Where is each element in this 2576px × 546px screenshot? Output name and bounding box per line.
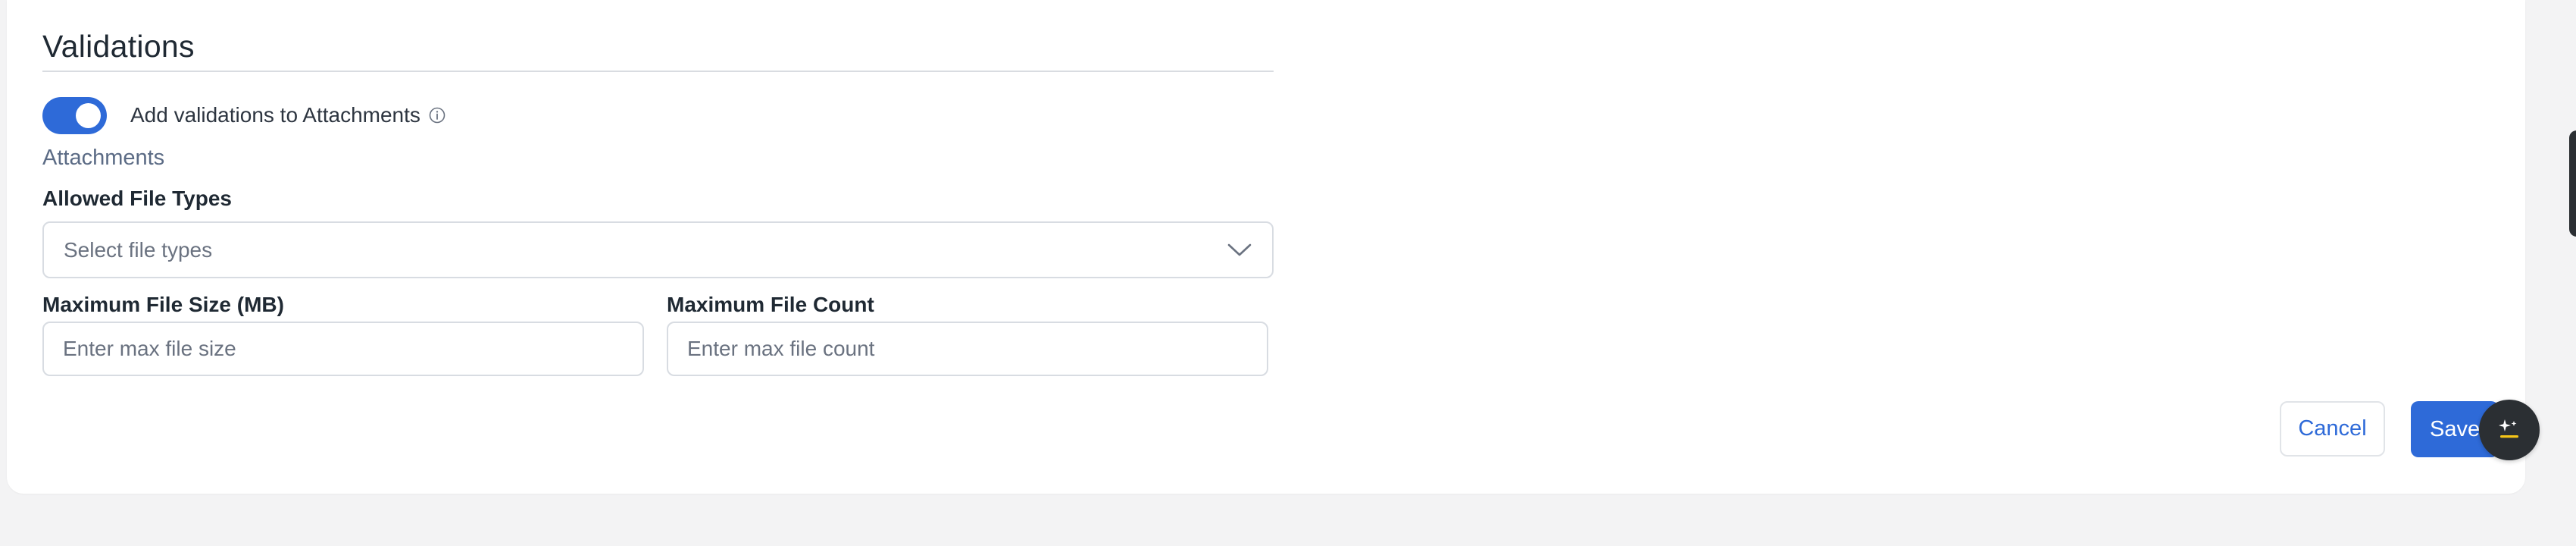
attachments-subsection-label: Attachments <box>42 146 165 170</box>
page: Validations Add validations to Attachmen… <box>0 0 2576 546</box>
allowed-file-types-select[interactable]: Select file types <box>42 221 1274 278</box>
toggle-label: Add validations to Attachments <box>130 103 420 127</box>
settings-card: Validations Add validations to Attachmen… <box>7 0 2525 494</box>
sparkle-icon <box>2496 415 2523 446</box>
validations-toggle[interactable] <box>42 96 107 134</box>
section-title: Validations <box>42 29 195 64</box>
file-types-placeholder: Select file types <box>64 237 213 262</box>
side-panel-handle[interactable] <box>2569 130 2576 237</box>
validation-toggle-row: Add validations to Attachments <box>42 96 446 135</box>
allowed-file-types-label: Allowed File Types <box>42 187 232 210</box>
max-file-size-label: Maximum File Size (MB) <box>42 293 284 316</box>
toggle-knob <box>76 102 101 128</box>
max-file-count-input[interactable] <box>667 322 1268 376</box>
cancel-button[interactable]: Cancel <box>2280 401 2385 457</box>
info-icon[interactable] <box>428 106 446 124</box>
chevron-down-icon <box>1227 243 1252 258</box>
section-divider <box>42 71 1274 72</box>
max-file-count-label: Maximum File Count <box>667 293 874 316</box>
max-file-size-input[interactable] <box>42 322 644 376</box>
ai-assistant-button[interactable] <box>2479 400 2540 460</box>
